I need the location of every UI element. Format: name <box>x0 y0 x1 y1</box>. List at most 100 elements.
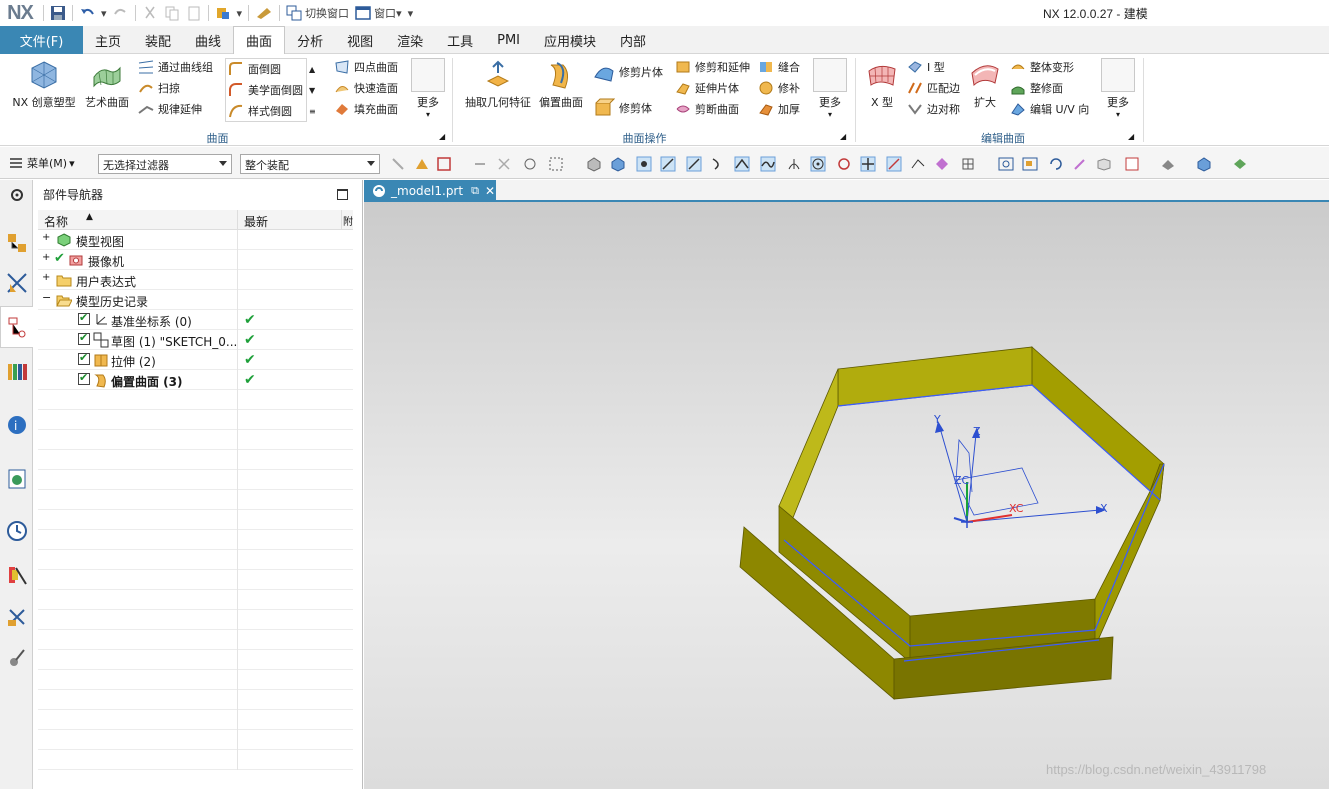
visibility-checkbox[interactable]: ✔ <box>78 351 90 365</box>
undo-icon[interactable] <box>76 2 98 24</box>
system-materials-icon[interactable] <box>6 646 28 668</box>
intersection-icon[interactable] <box>734 156 750 172</box>
thicken-button[interactable]: 加厚 <box>758 99 800 119</box>
existing-point-icon[interactable] <box>860 156 876 172</box>
window-menu-button[interactable]: 窗口 ▾ <box>352 2 405 24</box>
visibility-checkbox[interactable]: ✔ <box>78 331 90 345</box>
layer-icon[interactable] <box>960 156 976 172</box>
rendering-style-icon[interactable] <box>1124 156 1140 172</box>
web-browser-icon[interactable] <box>6 468 28 490</box>
tab-home[interactable]: 主页 <box>83 26 133 54</box>
column-latest-header[interactable]: 最新 <box>238 210 342 230</box>
column-extra-header[interactable]: 附 <box>342 210 353 230</box>
select-all-icon[interactable] <box>496 156 512 172</box>
rotate-icon[interactable] <box>1048 156 1064 172</box>
through-curve-mesh-button[interactable]: 通过曲线组 <box>138 57 213 77</box>
history-icon[interactable] <box>6 520 28 542</box>
tab-pmi[interactable]: PMI <box>485 26 532 54</box>
curve-point-icon[interactable] <box>760 156 776 172</box>
trim-and-extend-button[interactable]: 修剪和延伸 <box>675 57 750 77</box>
group-launcher-surface-ops-icon[interactable]: ◢ <box>840 132 846 141</box>
edit-surface-more-button[interactable]: 更多 ▾ <box>1101 58 1135 119</box>
gear-icon[interactable] <box>6 184 28 206</box>
tab-curve[interactable]: 曲线 <box>183 26 233 54</box>
bounded-grid-icon[interactable] <box>934 156 950 172</box>
four-point-surface-button[interactable]: 四点曲面 <box>334 57 398 77</box>
paste-icon[interactable] <box>183 2 205 24</box>
tab-assembly[interactable]: 装配 <box>133 26 183 54</box>
edge-symmetry-button[interactable]: 边对称 <box>907 99 960 119</box>
tree-row-model-history[interactable]: − 模型历史记录 <box>38 290 353 310</box>
cut-icon[interactable] <box>139 2 161 24</box>
trim-body-button[interactable]: 修剪体 <box>593 98 652 118</box>
work-layer-icon[interactable] <box>1232 156 1248 172</box>
assembly-navigator-icon[interactable] <box>6 232 28 254</box>
snap-cursor-icon[interactable] <box>390 156 406 172</box>
expand-icon[interactable]: + <box>42 232 50 243</box>
snap-point-icon[interactable] <box>636 156 652 172</box>
face-icon[interactable] <box>610 156 626 172</box>
tab-surface[interactable]: 曲面 <box>233 26 286 55</box>
role-icon[interactable] <box>6 606 28 628</box>
gallery-scroll-down-icon[interactable]: ▼ <box>309 80 315 100</box>
close-icon[interactable]: ✕ <box>485 184 495 198</box>
collapse-icon[interactable]: − <box>42 291 51 304</box>
tab-view[interactable]: 视图 <box>335 26 385 54</box>
box-select-icon[interactable] <box>548 156 564 172</box>
fit-view-icon[interactable] <box>998 156 1014 172</box>
selection-scope-select[interactable]: 整个装配 <box>240 154 380 174</box>
divide-face-button[interactable]: 剪断曲面 <box>675 99 739 119</box>
tab-applications[interactable]: 应用模块 <box>532 26 608 54</box>
file-menu-tab[interactable]: 文件(F) <box>0 26 83 54</box>
edit-uv-direction-button[interactable]: 编辑 U/V 向 <box>1010 99 1089 119</box>
expand-icon[interactable]: + <box>42 252 50 263</box>
tree-row-user-expressions[interactable]: + 用户表达式 <box>38 270 353 290</box>
tab-float-icon[interactable]: ⧉ <box>471 184 479 198</box>
patch-button[interactable]: 修补 <box>758 78 800 98</box>
aesthetic-face-blend-button[interactable]: 美学面倒圆 <box>228 80 303 100</box>
enlarge-button[interactable]: 扩大 <box>967 59 1003 110</box>
copy-icon[interactable] <box>161 2 183 24</box>
law-extension-button[interactable]: 规律延伸 <box>138 99 202 119</box>
extend-sheet-button[interactable]: 延伸片体 <box>675 78 739 98</box>
control-point-icon[interactable] <box>710 156 726 172</box>
rapid-surfacing-button[interactable]: 快速造面 <box>334 78 398 98</box>
tree-row-datum-csys[interactable]: ✔ 基准坐标系 (0) ✔ <box>38 310 353 330</box>
zoom-icon[interactable] <box>1022 156 1038 172</box>
offset-surface-button[interactable]: 偏置曲面 <box>537 59 585 110</box>
switch-window-button[interactable]: 切换窗口 <box>283 2 352 24</box>
menu-button[interactable]: 菜单(M) ▾ <box>8 155 75 171</box>
orient-view-icon[interactable] <box>1160 156 1176 172</box>
tree-row-extrude[interactable]: ✔ 拉伸 (2) ✔ <box>38 350 353 370</box>
sweep-button[interactable]: 扫掠 <box>138 78 180 98</box>
touch-mode-icon[interactable] <box>252 2 276 24</box>
type-filter-select[interactable]: 无选择过滤器 <box>98 154 232 174</box>
column-name-header[interactable]: 名称 ▲ <box>38 210 238 230</box>
visibility-checkbox[interactable]: ✔ <box>78 311 90 325</box>
tree-row-sketch[interactable]: ✔ 草图 (1) "SKETCH_0... ✔ <box>38 330 353 350</box>
hd3d-tools-icon[interactable]: i <box>6 414 28 436</box>
styled-blend-button[interactable]: 样式倒圆 <box>228 101 292 121</box>
point-on-curve-icon[interactable] <box>886 156 902 172</box>
i-form-button[interactable]: I 型 <box>907 57 945 77</box>
expand-icon[interactable]: + <box>42 272 50 283</box>
undo-dropdown-icon[interactable]: ▾ <box>98 2 110 24</box>
background-icon[interactable] <box>1196 156 1212 172</box>
deselect-icon[interactable] <box>472 156 488 172</box>
maximize-icon[interactable] <box>337 189 348 200</box>
surface-ops-more-button[interactable]: 更多 ▾ <box>813 58 847 119</box>
gallery-scroll-up-icon[interactable]: ▲ <box>309 59 315 79</box>
tab-render[interactable]: 渲染 <box>385 26 435 54</box>
arc-center-icon[interactable] <box>810 156 826 172</box>
repeat-dropdown-icon[interactable]: ▾ <box>234 2 246 24</box>
group-launcher-edit-surface-icon[interactable]: ◢ <box>1128 132 1134 141</box>
group-launcher-surface-icon[interactable]: ◢ <box>439 132 445 141</box>
tab-analysis[interactable]: 分析 <box>285 26 335 54</box>
fill-surface-button[interactable]: 填充曲面 <box>334 99 398 119</box>
tangent-point-icon[interactable] <box>836 156 852 172</box>
tab-internal[interactable]: 内部 <box>608 26 658 54</box>
global-shaping-button[interactable]: 整体变形 <box>1010 57 1074 77</box>
tab-tools[interactable]: 工具 <box>435 26 485 54</box>
reuse-library-icon[interactable] <box>6 360 28 382</box>
redo-icon[interactable] <box>110 2 132 24</box>
